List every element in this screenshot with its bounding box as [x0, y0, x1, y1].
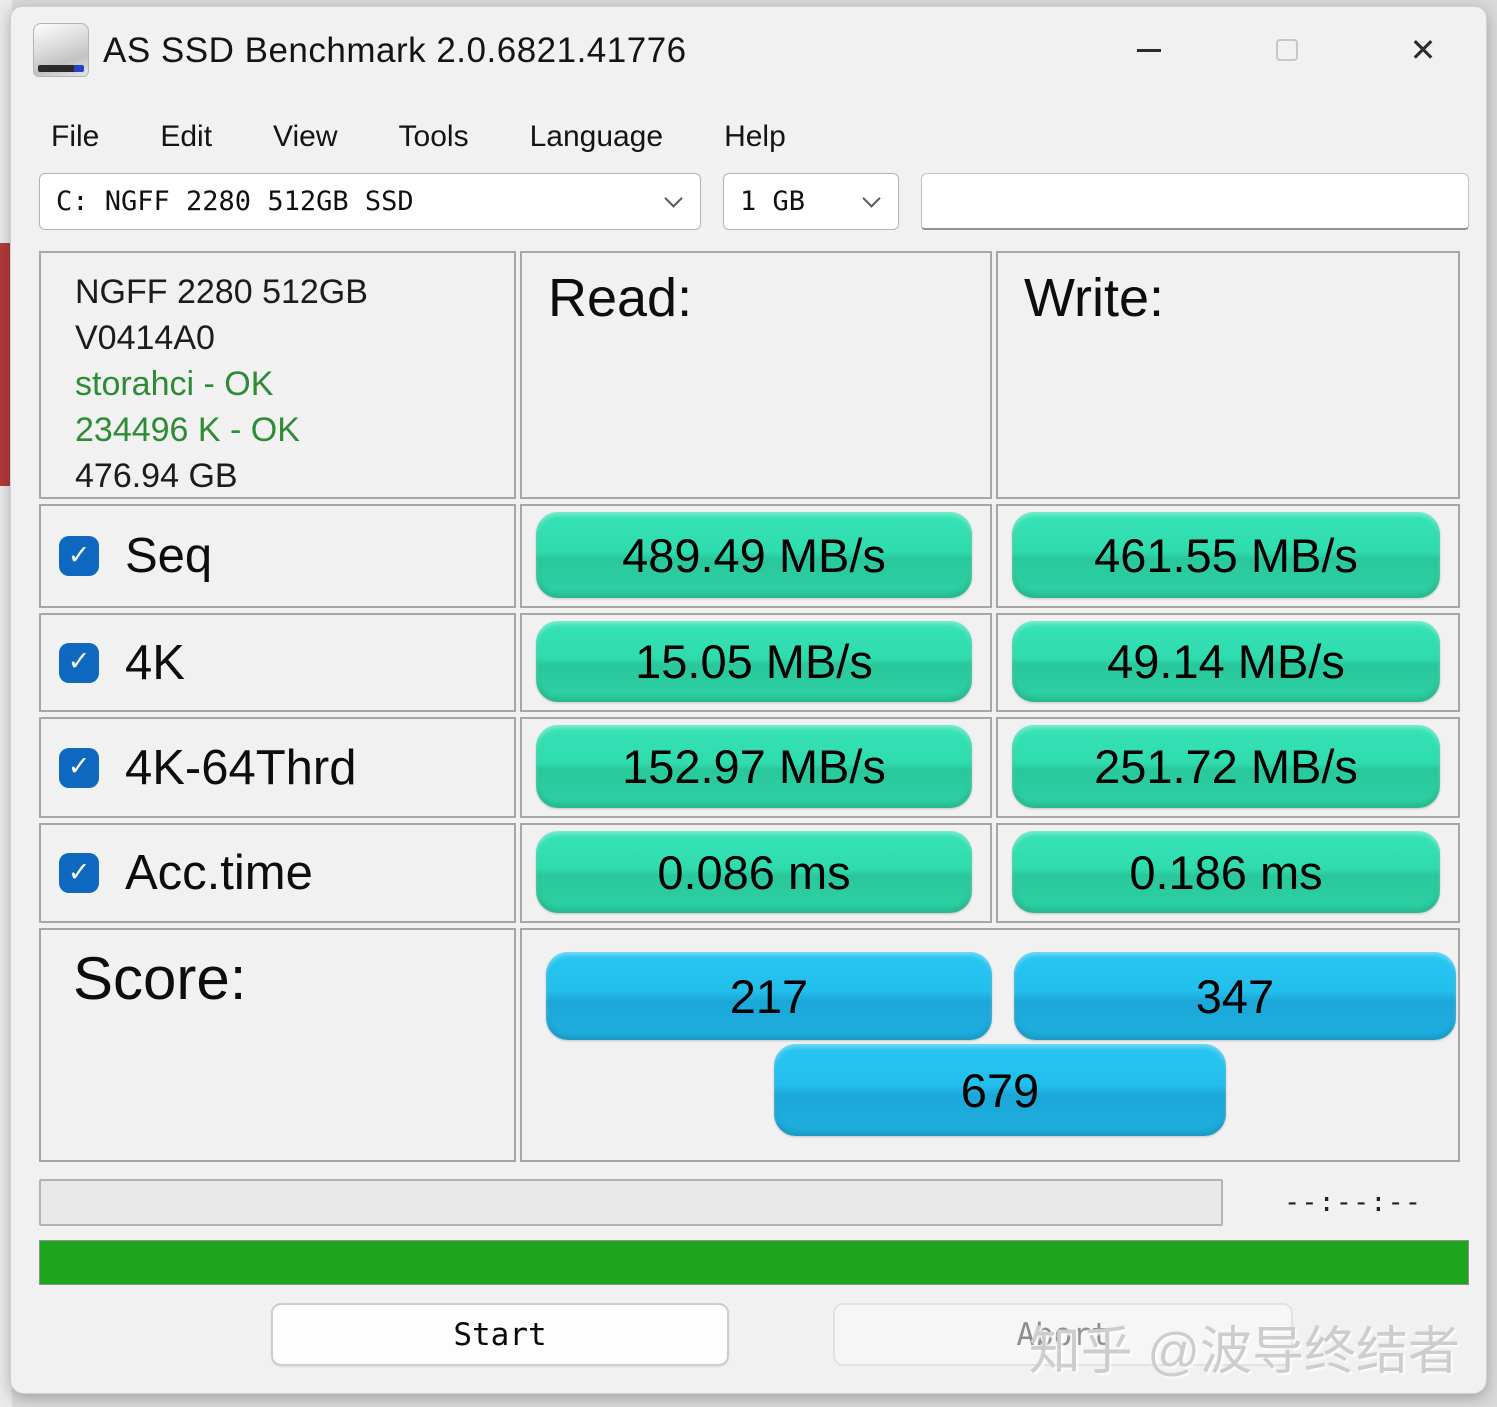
zhihu-watermark: 知乎 @波导终结者 — [1029, 1309, 1460, 1384]
score-write-value: 347 — [1014, 952, 1456, 1040]
app-window: AS SSD Benchmark 2.0.6821.41776 ✕ File E… — [10, 6, 1487, 1394]
ssd-drive-icon — [33, 23, 89, 77]
overall-progress-bar — [39, 1240, 1469, 1285]
4k-write-value: 49.14 MB/s — [1012, 621, 1440, 702]
check-icon: ✓ — [68, 859, 91, 886]
drive-select-value: C: NGFF 2280 512GB SSD — [56, 186, 414, 217]
test-row-seq: ✓ Seq — [39, 504, 516, 608]
acctime-write-value: 0.186 ms — [1012, 831, 1440, 913]
menu-bar: File Edit View Tools Language Help — [11, 109, 1486, 165]
drive-capacity: 476.94 GB — [75, 453, 514, 499]
4k64thrd-label: 4K-64Thrd — [125, 740, 357, 796]
seq-checkbox[interactable]: ✓ — [59, 536, 99, 576]
score-read-value: 217 — [546, 952, 992, 1040]
4k64thrd-read-cell: 152.97 MB/s — [520, 717, 992, 818]
menu-edit[interactable]: Edit — [160, 120, 212, 154]
menu-file[interactable]: File — [51, 120, 99, 154]
test-size-select[interactable]: 1 GB — [723, 173, 899, 230]
check-icon: ✓ — [68, 542, 91, 569]
acctime-read-cell: 0.086 ms — [520, 823, 992, 923]
score-panel: 217 347 679 — [520, 928, 1460, 1162]
drive-firmware: V0414A0 — [75, 315, 514, 361]
score-total-value: 679 — [774, 1044, 1226, 1136]
read-column-header: Read: — [520, 251, 992, 499]
4k-checkbox[interactable]: ✓ — [59, 643, 99, 683]
4k64thrd-write-cell: 251.72 MB/s — [996, 717, 1460, 818]
check-icon: ✓ — [68, 648, 91, 675]
menu-view[interactable]: View — [273, 120, 337, 154]
4k64thrd-write-value: 251.72 MB/s — [1012, 725, 1440, 808]
acctime-read-value: 0.086 ms — [536, 831, 972, 913]
chevron-down-icon — [664, 189, 682, 207]
seq-read-cell: 489.49 MB/s — [520, 504, 992, 608]
drive-info-panel: NGFF 2280 512GB V0414A0 storahci - OK 23… — [39, 251, 516, 499]
4k64thrd-read-value: 152.97 MB/s — [536, 725, 972, 808]
test-size-select-value: 1 GB — [740, 186, 805, 217]
close-icon: ✕ — [1410, 34, 1437, 66]
acctime-checkbox[interactable]: ✓ — [59, 853, 99, 893]
check-icon: ✓ — [68, 753, 91, 780]
seq-write-value: 461.55 MB/s — [1012, 512, 1440, 598]
test-progress-bar — [39, 1179, 1223, 1226]
drive-driver-status: storahci - OK — [75, 361, 514, 407]
drive-model: NGFF 2280 512GB — [75, 269, 514, 315]
acctime-write-cell: 0.186 ms — [996, 823, 1460, 923]
menu-language[interactable]: Language — [530, 120, 663, 154]
seq-read-value: 489.49 MB/s — [536, 512, 972, 598]
menu-tools[interactable]: Tools — [399, 120, 469, 154]
maximize-icon — [1276, 39, 1298, 61]
title-bar: AS SSD Benchmark 2.0.6821.41776 ✕ — [11, 7, 1486, 99]
acctime-label: Acc.time — [125, 845, 313, 901]
score-label: Score: — [39, 928, 516, 1162]
drive-alignment-status: 234496 K - OK — [75, 407, 514, 453]
minimize-button[interactable] — [1117, 21, 1181, 79]
drive-select[interactable]: C: NGFF 2280 512GB SSD — [39, 173, 701, 230]
result-textbox[interactable] — [921, 173, 1469, 230]
4k-label: 4K — [125, 635, 185, 691]
seq-label: Seq — [125, 528, 212, 584]
test-row-acctime: ✓ Acc.time — [39, 823, 516, 923]
time-remaining: --:--:-- — [1273, 1187, 1433, 1218]
4k64thrd-checkbox[interactable]: ✓ — [59, 748, 99, 788]
close-button[interactable]: ✕ — [1391, 21, 1455, 79]
4k-write-cell: 49.14 MB/s — [996, 613, 1460, 712]
start-button[interactable]: Start — [271, 1303, 729, 1366]
chevron-down-icon — [862, 189, 880, 207]
menu-help[interactable]: Help — [724, 120, 786, 154]
write-column-header: Write: — [996, 251, 1460, 499]
4k-read-value: 15.05 MB/s — [536, 621, 972, 702]
seq-write-cell: 461.55 MB/s — [996, 504, 1460, 608]
maximize-button[interactable] — [1255, 21, 1319, 79]
minimize-icon — [1137, 49, 1161, 52]
test-row-4k64thrd: ✓ 4K-64Thrd — [39, 717, 516, 818]
4k-read-cell: 15.05 MB/s — [520, 613, 992, 712]
window-title: AS SSD Benchmark 2.0.6821.41776 — [103, 31, 687, 71]
test-row-4k: ✓ 4K — [39, 613, 516, 712]
